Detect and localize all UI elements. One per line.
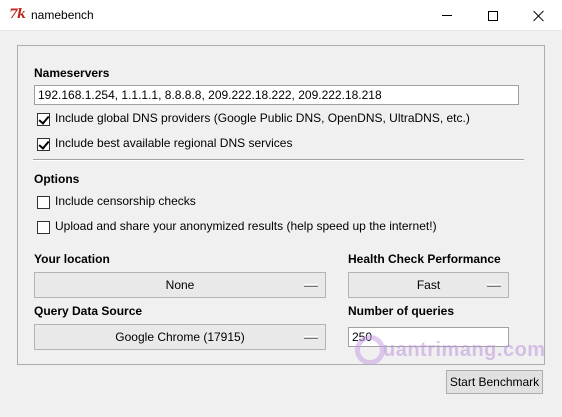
num-queries-label: Number of queries	[348, 304, 455, 318]
settings-panel: Nameservers Include global DNS providers…	[17, 45, 545, 365]
minimize-icon	[442, 15, 452, 16]
dropdown-indicator-icon	[304, 336, 318, 339]
health-check-dropdown[interactable]: Fast	[348, 272, 509, 298]
location-selected: None	[165, 278, 195, 292]
section-divider	[33, 159, 524, 161]
health-check-label: Health Check Performance	[348, 252, 501, 266]
window-title: namebench	[31, 8, 94, 22]
censorship-label: Include censorship checks	[55, 194, 196, 208]
query-source-selected: Google Chrome (17915)	[115, 330, 245, 344]
start-benchmark-button[interactable]: Start Benchmark	[446, 370, 543, 394]
minimize-button[interactable]	[424, 0, 470, 31]
dropdown-indicator-icon	[487, 284, 501, 287]
query-source-label: Query Data Source	[34, 304, 143, 318]
options-heading: Options	[34, 172, 80, 186]
close-icon	[533, 10, 545, 22]
include-global-checkbox[interactable]	[37, 113, 50, 126]
start-benchmark-label: Start Benchmark	[449, 375, 540, 389]
include-regional-label: Include best available regional DNS serv…	[55, 136, 293, 150]
location-dropdown[interactable]: None	[34, 272, 326, 298]
query-source-dropdown[interactable]: Google Chrome (17915)	[34, 324, 326, 350]
include-global-label: Include global DNS providers (Google Pub…	[55, 111, 470, 125]
maximize-button[interactable]	[470, 0, 516, 31]
nameservers-input[interactable]	[34, 85, 519, 105]
tk-feather-icon: 7k	[9, 7, 26, 22]
censorship-checkbox[interactable]	[37, 196, 50, 209]
nameservers-heading: Nameservers	[34, 66, 110, 80]
dropdown-indicator-icon	[304, 284, 318, 287]
upload-results-checkbox[interactable]	[37, 221, 50, 234]
maximize-icon	[488, 10, 498, 21]
window-client: Nameservers Include global DNS providers…	[0, 31, 562, 417]
close-button[interactable]	[516, 0, 562, 31]
upload-results-label: Upload and share your anonymized results…	[55, 219, 437, 233]
num-queries-input[interactable]	[348, 327, 509, 347]
title-bar: 7k namebench	[0, 0, 562, 31]
health-check-selected: Fast	[416, 278, 441, 292]
include-regional-checkbox[interactable]	[37, 138, 50, 151]
location-label: Your location	[34, 252, 110, 266]
